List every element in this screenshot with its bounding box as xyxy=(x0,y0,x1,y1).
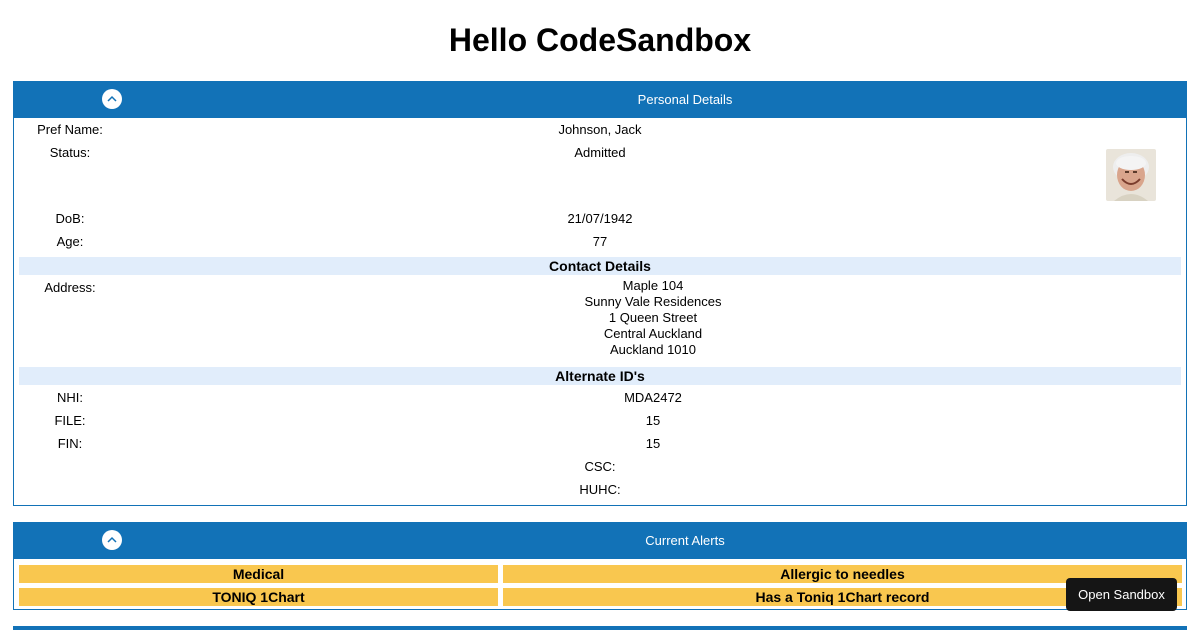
detail-label-csc: CSC: xyxy=(584,459,616,474)
detail-row-address: Address: Maple 104 Sunny Vale Residences… xyxy=(14,278,1186,360)
current-alerts-header[interactable]: Current Alerts xyxy=(14,523,1186,559)
detail-label-huhc: HUHC: xyxy=(579,482,621,497)
detail-label: NHI: xyxy=(57,390,83,405)
detail-row-age: Age: 77 xyxy=(14,232,1186,252)
address-line: Sunny Vale Residences xyxy=(584,294,722,309)
detail-label: Pref Name: xyxy=(37,122,103,137)
detail-row-dob: DoB: 21/07/1942 xyxy=(14,209,1186,229)
detail-label: FIN: xyxy=(57,436,83,451)
detail-row-fin: FIN: 15 xyxy=(14,434,1186,454)
address-line: Maple 104 xyxy=(622,278,684,293)
next-panel-header-edge xyxy=(13,626,1187,630)
address-lines: Maple 104 Sunny Vale Residences 1 Queen … xyxy=(498,278,808,358)
detail-value: 15 xyxy=(645,436,661,451)
detail-value: Admitted xyxy=(574,145,626,160)
current-alerts-panel: Current Alerts Medical Allergic to needl… xyxy=(13,522,1187,610)
detail-row-status: Status: Admitted xyxy=(14,143,1186,163)
contact-details-heading: Contact Details xyxy=(19,257,1181,275)
detail-value: 77 xyxy=(592,234,608,249)
address-line: 1 Queen Street xyxy=(608,310,698,325)
detail-label: Address: xyxy=(44,280,96,295)
detail-value: Johnson, Jack xyxy=(558,122,642,137)
open-sandbox-button[interactable]: Open Sandbox xyxy=(1066,578,1177,611)
detail-row-pref-name: Pref Name: Johnson, Jack xyxy=(14,120,1186,140)
detail-value: 15 xyxy=(645,413,661,428)
detail-row-nhi: NHI: MDA2472 xyxy=(14,388,1186,408)
patient-avatar xyxy=(1106,149,1156,201)
personal-details-header[interactable]: Personal Details xyxy=(14,82,1186,118)
detail-label: Status: xyxy=(49,145,91,160)
detail-label: DoB: xyxy=(55,211,85,226)
page-title: Hello CodeSandbox xyxy=(448,22,752,58)
alert-type-cell: Medical xyxy=(19,565,498,583)
current-alerts-title: Current Alerts xyxy=(645,533,725,548)
address-line: Auckland 1010 xyxy=(609,342,696,357)
detail-value: 21/07/1942 xyxy=(567,211,633,226)
detail-row-file: FILE: 15 xyxy=(14,411,1186,431)
detail-label: Age: xyxy=(56,234,84,249)
detail-value: MDA2472 xyxy=(624,390,682,405)
alternate-ids-heading: Alternate ID's xyxy=(19,367,1181,385)
address-line: Central Auckland xyxy=(603,326,703,341)
personal-details-title: Personal Details xyxy=(637,92,733,107)
personal-details-panel: Personal Details Pref Name: Johnson, Jac… xyxy=(13,81,1187,506)
detail-label: FILE: xyxy=(54,413,86,428)
alert-type-cell: TONIQ 1Chart xyxy=(19,588,498,606)
